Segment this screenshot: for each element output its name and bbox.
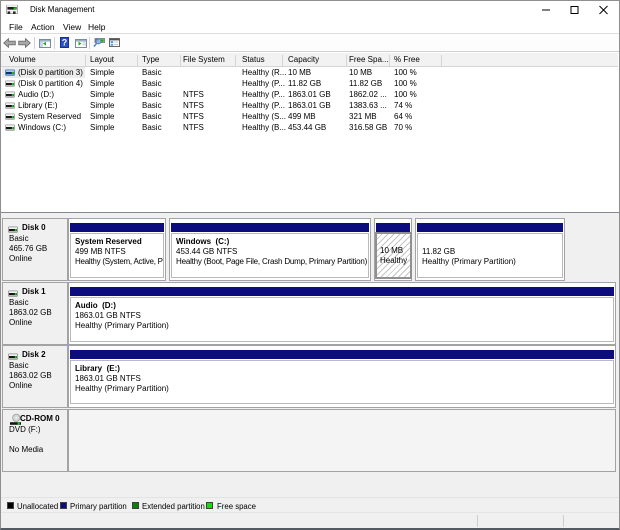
svg-text:?: ? <box>62 38 68 48</box>
